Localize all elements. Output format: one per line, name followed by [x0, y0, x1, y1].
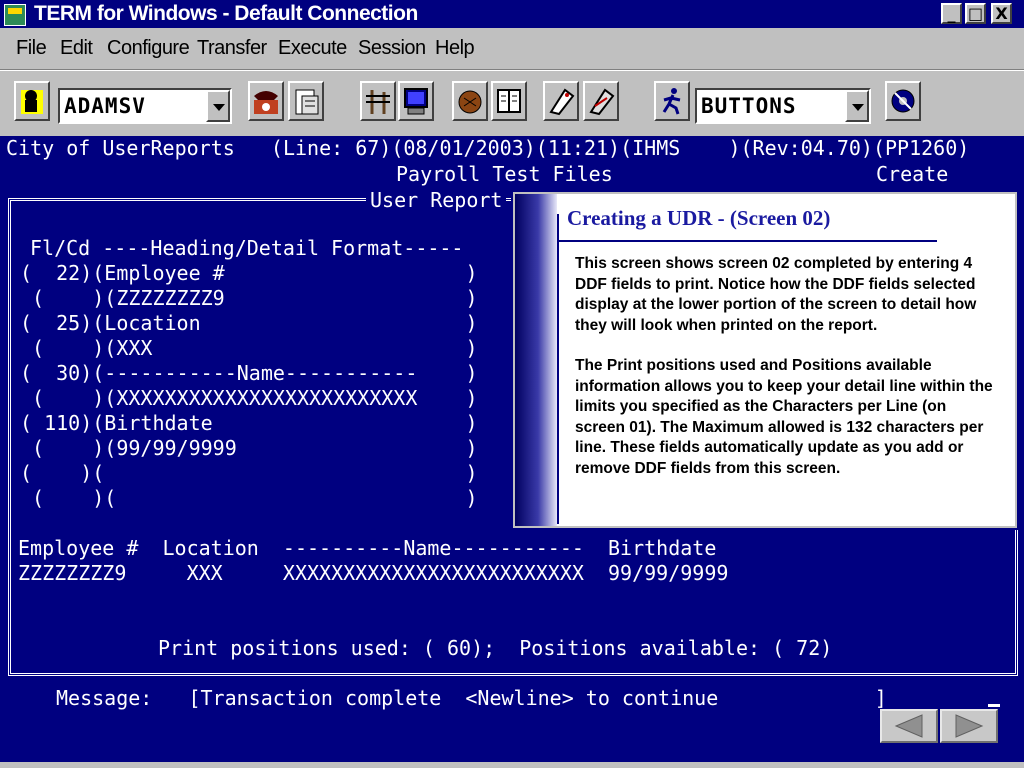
monitor-button[interactable] [398, 81, 434, 121]
back-button[interactable] [880, 709, 938, 743]
book-button[interactable] [491, 81, 527, 121]
network-icon [366, 90, 390, 114]
callout-title-rule [559, 240, 937, 242]
column-header: Fl/Cd ----Heading/Detail Format----- [30, 236, 464, 260]
format-row[interactable]: ( )( ) [20, 486, 478, 510]
app-icon[interactable] [4, 4, 26, 26]
mitt-icon [458, 90, 482, 114]
format-row[interactable]: ( )(99/99/9999 ) [20, 436, 478, 460]
terminal-subtitle: Payroll Test Files [396, 162, 613, 186]
preview-header: Employee # Location ----------Name------… [18, 536, 717, 560]
menu-session[interactable]: Session [358, 37, 426, 60]
terminal-header-line: City of UserReports (Line: 67)(08/01/200… [6, 136, 970, 160]
annotation-callout: Creating a UDR - (Screen 02) This screen… [513, 192, 1017, 528]
menu-help[interactable]: Help [435, 37, 475, 60]
close-button[interactable]: X [991, 3, 1012, 24]
format-row[interactable]: ( 25)(Location ) [20, 311, 478, 335]
maximize-button[interactable]: □ [965, 3, 986, 24]
chevron-down-icon[interactable] [845, 90, 869, 122]
macro-button[interactable] [543, 81, 579, 121]
format-row[interactable]: ( 22)(Employee # ) [20, 261, 478, 285]
network-button[interactable] [360, 81, 396, 121]
phone-button[interactable] [248, 81, 284, 121]
cursor [988, 704, 1000, 707]
back-arrow-icon [894, 714, 923, 738]
disk-icon [891, 89, 915, 113]
title-bar: TERM for Windows - Default Connection _ … [0, 0, 1024, 28]
window-title: TERM for Windows - Default Connection [34, 2, 418, 25]
terminal-mode: Create [876, 162, 949, 186]
buttons-combo-value: BUTTONS [701, 94, 797, 118]
callout-divider [557, 214, 559, 524]
callout-paragraph-2: The Print positions used and Positions a… [575, 357, 993, 477]
menu-transfer[interactable]: Transfer [197, 37, 267, 60]
window-bottom-border [0, 762, 1024, 768]
user-combo[interactable]: ADAMSV [58, 88, 232, 124]
tag-edit-icon [589, 88, 615, 116]
run-button[interactable] [654, 81, 690, 121]
callout-body: This screen shows screen 02 completed by… [575, 254, 995, 499]
section-title: User Report [366, 188, 507, 212]
forward-arrow-icon [955, 714, 984, 738]
tag-icon [549, 88, 575, 116]
mitt-button[interactable] [452, 81, 488, 121]
forward-button[interactable] [940, 709, 998, 743]
toolbar: ADAMSV BUTTONS [0, 70, 1024, 136]
chevron-down-icon[interactable] [206, 90, 230, 122]
menu-bar: File Edit Configure Transfer Execute Ses… [0, 28, 1024, 70]
user-icon [21, 90, 43, 114]
user-button[interactable] [14, 81, 50, 121]
macro-edit-button[interactable] [583, 81, 619, 121]
buttons-combo[interactable]: BUTTONS [695, 88, 871, 124]
format-row[interactable]: ( )(XXX ) [20, 336, 478, 360]
clipboard-icon [295, 89, 319, 115]
clipboard-button[interactable] [288, 81, 324, 121]
menu-execute[interactable]: Execute [278, 37, 347, 60]
monitor-icon [404, 88, 428, 115]
minimize-button[interactable]: _ [941, 3, 962, 24]
disk-button[interactable] [885, 81, 921, 121]
print-positions-line: Print positions used: ( 60); Positions a… [158, 636, 833, 660]
callout-paragraph-1: This screen shows screen 02 completed by… [575, 255, 977, 334]
format-row[interactable]: ( )(XXXXXXXXXXXXXXXXXXXXXXXXX ) [20, 386, 478, 410]
format-row[interactable]: ( )( ) [20, 461, 478, 485]
format-row[interactable]: ( )(ZZZZZZZZ9 ) [20, 286, 478, 310]
menu-file[interactable]: File [16, 37, 47, 60]
callout-gradient [515, 194, 557, 526]
preview-detail: ZZZZZZZZ9 XXX XXXXXXXXXXXXXXXXXXXXXXXXX … [18, 561, 729, 585]
menu-configure[interactable]: Configure [107, 37, 190, 60]
format-row[interactable]: ( 30)(-----------Name----------- ) [20, 361, 478, 385]
book-icon [497, 89, 521, 113]
menu-edit[interactable]: Edit [60, 37, 93, 60]
message-line: Message: [Transaction complete <Newline>… [56, 686, 887, 710]
user-combo-value: ADAMSV [64, 94, 146, 118]
callout-title: Creating a UDR - (Screen 02) [567, 206, 831, 230]
format-row[interactable]: ( 110)(Birthdate ) [20, 411, 478, 435]
runner-icon [662, 88, 681, 115]
phone-icon [254, 91, 278, 114]
